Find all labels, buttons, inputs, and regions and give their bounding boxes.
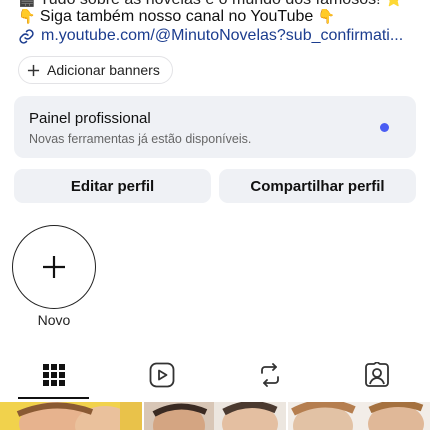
bio-line-2: 👇 Siga também nosso canal no YouTube 👇 <box>18 8 335 26</box>
post-image <box>144 402 286 430</box>
grid-post-thumbnail[interactable] <box>0 402 142 430</box>
grid-post-thumbnail[interactable] <box>288 402 430 430</box>
reels-icon <box>149 362 174 388</box>
share-profile-button[interactable]: Compartilhar perfil <box>219 169 416 203</box>
tab-grid[interactable] <box>0 354 107 396</box>
bio-text-1: Tudo sobre as novelas e o mundo dos famo… <box>40 0 381 8</box>
tab-reels[interactable] <box>108 354 215 396</box>
bio-link-text[interactable]: m.youtube.com/@MinutoNovelas?sub_confirm… <box>41 27 403 45</box>
star-emoji-icon: ⭐ <box>385 0 402 8</box>
link-icon <box>19 28 34 44</box>
new-highlight-label: Novo <box>37 312 71 328</box>
post-image <box>288 402 430 430</box>
plus-icon <box>42 255 65 278</box>
active-tab-indicator <box>18 397 89 399</box>
add-banners-button[interactable]: Adicionar banners <box>18 56 173 84</box>
bio-link[interactable]: m.youtube.com/@MinutoNovelas?sub_confirm… <box>18 27 403 45</box>
panel-subtitle: Novas ferramentas já estão disponíveis. <box>29 132 252 146</box>
edit-profile-button[interactable]: Editar perfil <box>14 169 211 203</box>
panel-title: Painel profissional <box>29 110 151 127</box>
grid-icon <box>42 364 65 386</box>
tab-reposts[interactable] <box>216 354 323 396</box>
professional-panel[interactable]: Painel profissional Novas ferramentas já… <box>14 96 416 158</box>
notification-dot <box>380 123 389 132</box>
plus-icon <box>27 64 40 76</box>
tab-tagged[interactable] <box>323 354 430 396</box>
new-highlight-button[interactable] <box>12 225 96 309</box>
add-banners-label: Adicionar banners <box>47 62 160 78</box>
bio-text-2: Siga também nosso canal no YouTube <box>39 8 314 25</box>
point-down-emoji-icon: 👇 <box>317 8 336 24</box>
reposts-icon <box>260 363 279 387</box>
tagged-icon <box>364 362 389 387</box>
grid-post-thumbnail[interactable] <box>144 402 286 430</box>
post-image <box>0 402 142 430</box>
emoji-icon: 🎬 <box>18 0 35 8</box>
point-down-emoji-icon: 👇 <box>18 8 36 24</box>
